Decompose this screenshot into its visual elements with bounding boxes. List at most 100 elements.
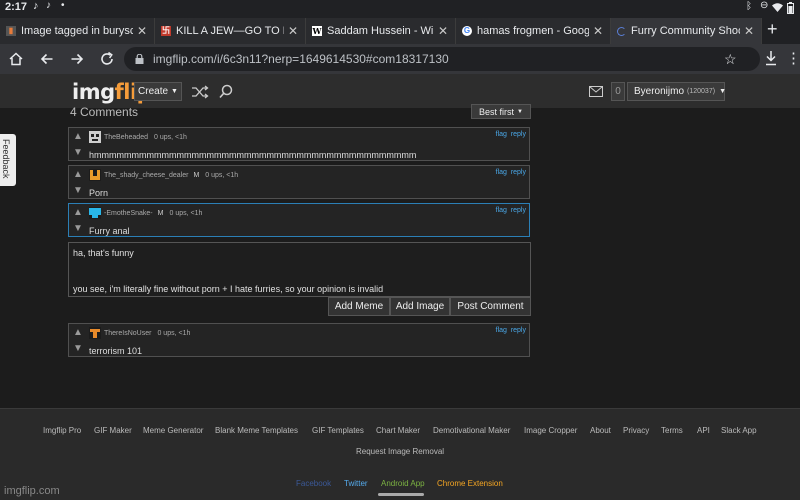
comment-username[interactable]: The_shady_cheese_dealer: [104, 172, 188, 179]
comment-header: TheBeheaded 0 ups, <1h: [89, 130, 187, 144]
reply-text-line2: you see, i'm literally fine without porn…: [73, 284, 384, 294]
gesture-nav-bar[interactable]: [378, 493, 424, 496]
footer-link-about[interactable]: About: [590, 426, 611, 435]
loading-spinner-icon: [617, 26, 626, 36]
wifi-icon: [772, 3, 783, 12]
back-arrow-icon[interactable]: [37, 49, 57, 69]
forward-arrow-icon[interactable]: [67, 49, 87, 69]
comment-meta: 0 ups, <1h: [205, 171, 239, 179]
address-bar[interactable]: imgflip.com/i/6c3n11?nerp=1649614530#com…: [124, 47, 760, 71]
user-menu-button[interactable]: Byeronijmo (120037) ▼: [627, 82, 726, 101]
close-icon[interactable]: ✕: [743, 24, 755, 38]
post-comment-button[interactable]: Post Comment: [450, 297, 531, 316]
avatar[interactable]: [89, 327, 101, 339]
battery-icon: [787, 2, 794, 14]
comment-username[interactable]: ThereIsNoUser: [104, 330, 151, 337]
reply-link[interactable]: reply: [511, 169, 526, 176]
upvote-arrow-icon[interactable]: ▲: [71, 326, 85, 340]
upvote-arrow-icon[interactable]: ▲: [71, 130, 85, 144]
close-icon[interactable]: ✕: [136, 24, 148, 38]
footer-link-gif-templates[interactable]: GIF Templates: [312, 426, 364, 435]
footer-link-terms[interactable]: Terms: [661, 426, 683, 435]
bookmark-star-icon[interactable]: ☆: [724, 47, 737, 71]
footer-link-facebook[interactable]: Facebook: [296, 479, 331, 488]
footer-link-blank-templates[interactable]: Blank Meme Templates: [215, 426, 298, 435]
close-icon[interactable]: ✕: [287, 24, 299, 38]
wikipedia-favicon-icon: W: [312, 26, 322, 36]
reply-link[interactable]: reply: [511, 207, 526, 214]
flag-reply-links: flag reply: [496, 169, 526, 176]
tab-furry-community[interactable]: Furry Community Shocke ✕: [611, 18, 762, 44]
footer-link-api[interactable]: API: [697, 426, 710, 435]
search-icon[interactable]: [219, 84, 233, 99]
footer-link-chart-maker[interactable]: Chart Maker: [376, 426, 420, 435]
footer-link-image-cropper[interactable]: Image Cropper: [524, 426, 577, 435]
mail-icon[interactable]: [589, 86, 603, 97]
add-meme-button[interactable]: Add Meme: [328, 297, 390, 316]
create-label: Create: [138, 86, 169, 97]
comment-text: Furry anal: [89, 226, 130, 236]
reply-link[interactable]: reply: [511, 327, 526, 334]
footer-link-gif-maker[interactable]: GIF Maker: [94, 426, 132, 435]
tab-kill-a-jew[interactable]: 卐 KILL A JEW—GO TO HEA ✕: [155, 18, 306, 44]
downvote-arrow-icon[interactable]: ▼: [71, 342, 85, 356]
flag-link[interactable]: flag: [496, 207, 507, 214]
mod-badge: M: [193, 171, 200, 179]
tab-wikipedia[interactable]: W Saddam Hussein - Wikip ✕: [306, 18, 456, 44]
downvote-arrow-icon[interactable]: ▼: [71, 146, 85, 160]
downvote-arrow-icon[interactable]: ▼: [71, 222, 85, 236]
reply-textarea[interactable]: ha, that's funny you see, i'm literally …: [68, 242, 531, 297]
tab-imgflip[interactable]: ▮ Image tagged in burysch ✕: [0, 18, 155, 44]
tiktok-icon: ♪: [46, 0, 51, 11]
reply-link[interactable]: reply: [511, 131, 526, 138]
footer-link-android-app[interactable]: Android App: [381, 479, 425, 488]
reload-icon[interactable]: [97, 49, 117, 69]
footer-link-chrome-extension[interactable]: Chrome Extension: [437, 479, 503, 488]
sort-dropdown[interactable]: Best first ▼: [471, 104, 531, 119]
flag-link[interactable]: flag: [496, 131, 507, 138]
flag-reply-links: flag reply: [496, 131, 526, 138]
flag-link[interactable]: flag: [496, 169, 507, 176]
avatar[interactable]: [89, 131, 101, 143]
avatar[interactable]: [89, 169, 101, 181]
music-note-icon: ♪: [33, 0, 39, 12]
post-comment-label: Post Comment: [457, 301, 524, 312]
close-icon[interactable]: ✕: [592, 24, 604, 38]
reply-text-line1: ha, that's funny: [73, 248, 134, 258]
downvote-arrow-icon[interactable]: ▼: [71, 184, 85, 198]
add-image-button[interactable]: Add Image: [390, 297, 450, 316]
footer-link-meme-generator[interactable]: Meme Generator: [143, 426, 203, 435]
lock-icon: [135, 54, 144, 64]
footer-link-slack-app[interactable]: Slack App: [721, 426, 757, 435]
footer-link-privacy[interactable]: Privacy: [623, 426, 649, 435]
comment-text: hmmmmmmmmmmmmmmmmmmmmmmmmmmmmmmmmmmmmmmm…: [89, 150, 417, 160]
close-icon[interactable]: ✕: [437, 24, 449, 38]
create-dropdown-button[interactable]: Create ▼: [134, 82, 182, 101]
comment-username[interactable]: TheBeheaded: [104, 134, 148, 141]
avatar[interactable]: [89, 207, 101, 219]
new-tab-plus-icon[interactable]: +: [767, 19, 778, 40]
flag-link[interactable]: flag: [496, 327, 507, 334]
feedback-tab[interactable]: Feedback: [0, 134, 16, 186]
flag-reply-links: flag reply: [496, 327, 526, 334]
upvote-arrow-icon[interactable]: ▲: [71, 168, 85, 182]
flag-reply-links: flag reply: [496, 207, 526, 214]
url-text: imgflip.com/i/6c3n11?nerp=1649614530#com…: [153, 52, 449, 66]
shuffle-icon[interactable]: [191, 85, 209, 99]
red-box-favicon-icon: 卐: [161, 26, 171, 36]
footer-link-twitter[interactable]: Twitter: [344, 479, 368, 488]
home-icon[interactable]: [6, 49, 26, 69]
more-menu-icon[interactable]: ⋮: [786, 49, 800, 67]
comment-text: Porn: [89, 188, 109, 198]
comment: ▲ ▼ TheBeheaded 0 ups, <1h hmmmmmmmmmmmm…: [68, 127, 530, 161]
upvote-arrow-icon[interactable]: ▲: [71, 206, 85, 220]
footer-link-imgflip-pro[interactable]: Imgflip Pro: [43, 426, 81, 435]
download-icon[interactable]: [764, 50, 778, 66]
tab-title: Saddam Hussein - Wikip: [327, 25, 434, 37]
notification-count-badge[interactable]: 0: [611, 82, 625, 101]
footer-link-demotivational-maker[interactable]: Demotivational Maker: [433, 426, 510, 435]
comment-username[interactable]: -EmotheSnake-: [104, 210, 153, 217]
caret-down-icon: ▼: [517, 108, 523, 115]
footer-link-request-removal[interactable]: Request Image Removal: [356, 447, 444, 456]
tab-google[interactable]: G hamas frogmen - Google ✕: [456, 18, 611, 44]
